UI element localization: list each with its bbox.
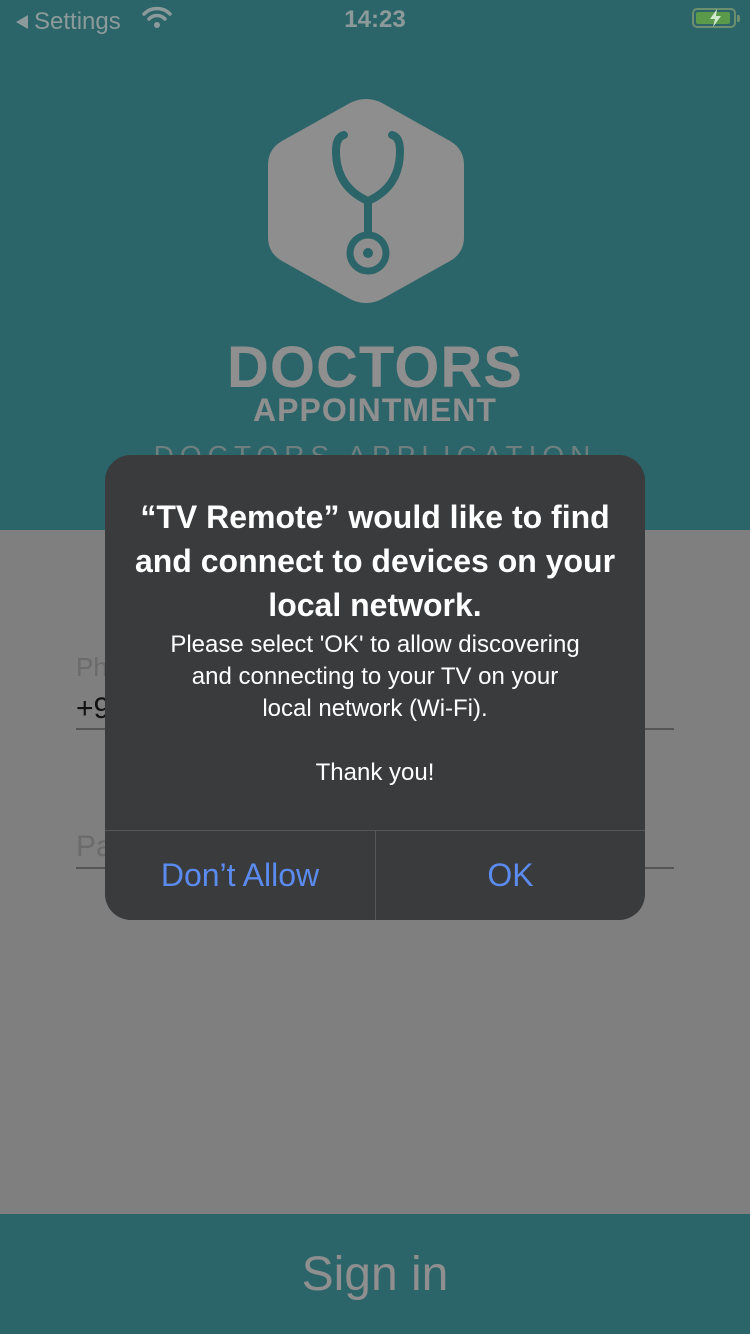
alert-title: “TV Remote” would like to find and conne… — [134, 499, 616, 623]
local-network-permission-alert: “TV Remote” would like to find and conne… — [105, 455, 645, 920]
alert-thanks: Thank you! — [315, 759, 435, 786]
sign-in-button[interactable]: Sign in — [0, 1214, 750, 1334]
stethoscope-logo-icon — [268, 95, 464, 307]
brand-subtitle: APPOINTMENT — [253, 392, 497, 428]
ok-button[interactable]: OK — [376, 831, 645, 920]
dont-allow-button[interactable]: Don’t Allow — [105, 831, 375, 920]
sign-in-label: Sign in — [301, 1247, 449, 1301]
battery-charging-icon — [692, 8, 740, 28]
status-time: 14:23 — [344, 6, 406, 33]
alert-message: Please select 'OK' to allow discovering … — [170, 631, 580, 722]
phone-label: Ph — [76, 652, 108, 682]
status-bar: Settings 14:23 — [0, 0, 750, 40]
brand-title: DOCTORS — [227, 335, 523, 400]
